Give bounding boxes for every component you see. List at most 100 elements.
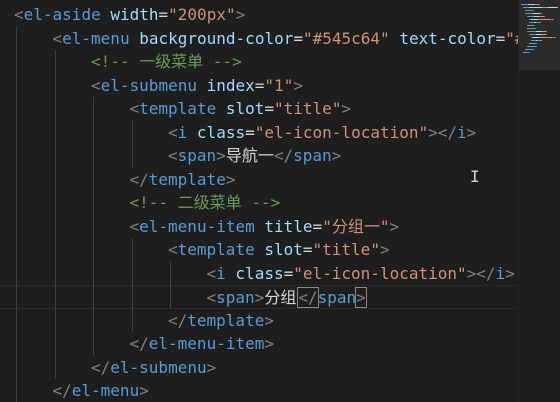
code-token: ></	[428, 122, 458, 142]
indent-guide	[54, 332, 56, 356]
indent-guide	[54, 355, 56, 379]
indent-guide	[16, 379, 17, 402]
indent-guide	[16, 214, 17, 238]
minimap-line	[534, 25, 535, 26]
code-token: >	[466, 122, 477, 142]
code-token: =	[264, 99, 275, 118]
code-token: span	[216, 288, 255, 307]
code-token: =	[254, 75, 265, 95]
code-token: <	[91, 75, 101, 95]
code-token: </	[91, 357, 111, 377]
code-line[interactable]: <el-menu background-color="#545c64" text…	[0, 27, 519, 51]
minimap-line	[530, 7, 541, 8]
indent-guide	[131, 144, 133, 168]
minimap-line	[537, 19, 550, 20]
indent-guide	[16, 50, 17, 74]
minimap-line	[526, 49, 533, 50]
code-editor[interactable]: <el-aside width="200px"> <el-menu backgro…	[0, 0, 518, 402]
minimap-line	[557, 7, 558, 8]
code-token: "#545c64"	[302, 28, 390, 48]
indent-guide	[93, 191, 94, 215]
indent-guide	[16, 355, 17, 379]
indent-guide	[16, 97, 17, 121]
code-line[interactable]: </el-submenu>	[0, 356, 518, 380]
code-token: >	[264, 310, 274, 330]
minimap[interactable]	[518, 0, 560, 402]
code-line[interactable]: <!-- 一级菜单 -->	[0, 50, 518, 74]
code-line[interactable]: </template>	[0, 168, 518, 192]
minimap-line	[533, 49, 534, 50]
code-token: el-submenu	[110, 357, 207, 377]
code-token: el-submenu	[100, 75, 197, 95]
code-token: slot	[225, 99, 265, 118]
code-line[interactable]: <span>分组 </span>	[0, 285, 518, 309]
indent-guide	[93, 332, 94, 356]
minimap-line	[541, 40, 542, 41]
code-token: text-color	[399, 28, 496, 48]
code-line[interactable]: <i class="el-icon-location"></i>	[0, 121, 518, 145]
indent-guide	[93, 214, 94, 238]
indent-guide	[93, 285, 94, 309]
code-token: >	[505, 263, 515, 283]
minimap-line	[526, 13, 533, 14]
indent-guide	[93, 261, 94, 285]
code-token: <	[168, 240, 178, 259]
indent-guide	[131, 238, 133, 262]
code-line[interactable]: <template slot="title">	[0, 238, 518, 262]
code-line[interactable]: <el-menu-item title="分组一">	[0, 215, 518, 239]
code-token: el-menu	[62, 28, 130, 48]
code-line[interactable]: <el-aside width="200px">	[0, 3, 518, 27]
code-token: <!-- 二级菜单 -->	[129, 193, 281, 212]
indent-guide	[16, 285, 17, 309]
minimap-line	[555, 37, 556, 38]
code-token: <	[14, 5, 24, 24]
code-token: <	[206, 263, 217, 283]
code-token: i	[177, 122, 188, 142]
code-token: <	[168, 122, 178, 142]
minimap-line	[527, 28, 536, 29]
code-token: i	[495, 263, 506, 283]
code-token: =	[283, 263, 294, 283]
code-token: <	[129, 99, 140, 118]
code-line[interactable]: </el-menu-item>	[0, 332, 518, 356]
indent-guide	[93, 167, 94, 191]
code-token: index	[206, 75, 255, 95]
indent-guide	[93, 238, 94, 262]
code-token: <	[206, 288, 217, 307]
code-token: </	[297, 287, 319, 308]
code-token: <	[52, 28, 63, 48]
indent-guide	[16, 73, 17, 97]
code-token: ></	[466, 263, 496, 283]
code-token: >	[235, 5, 246, 24]
indent-guide	[54, 214, 56, 238]
code-token: i	[216, 263, 226, 283]
code-line[interactable]: <span>导航一</span>	[0, 144, 518, 168]
code-token: >	[264, 334, 274, 353]
minimap-line	[546, 31, 547, 32]
code-line[interactable]: </template>	[0, 309, 518, 333]
code-token: span	[293, 146, 332, 165]
code-token: el-menu-item	[139, 216, 255, 236]
code-line[interactable]: </el-menu>	[0, 379, 518, 402]
code-token: <	[129, 216, 140, 236]
indent-guide	[54, 261, 56, 285]
code-token: </	[129, 169, 149, 189]
code-token: >	[254, 288, 265, 307]
code-token: =	[312, 216, 323, 236]
code-token: i	[457, 122, 467, 142]
code-line[interactable]: <template slot="title">	[0, 97, 518, 121]
code-token: >	[293, 75, 303, 95]
code-token: span	[317, 288, 357, 307]
code-token: el-menu-item	[148, 334, 265, 353]
code-token: el-menu	[71, 381, 140, 400]
indent-guide	[54, 50, 56, 74]
code-line[interactable]: <!-- 二级菜单 -->	[0, 191, 518, 215]
minimap-line	[546, 34, 547, 35]
code-line[interactable]: <el-submenu index="1">	[0, 74, 518, 98]
indent-guide	[170, 261, 171, 285]
code-token: <!-- 一级菜单 -->	[91, 52, 242, 71]
code-line[interactable]: <i class="el-icon-location"></i>	[0, 262, 518, 286]
indent-guide	[16, 191, 17, 215]
